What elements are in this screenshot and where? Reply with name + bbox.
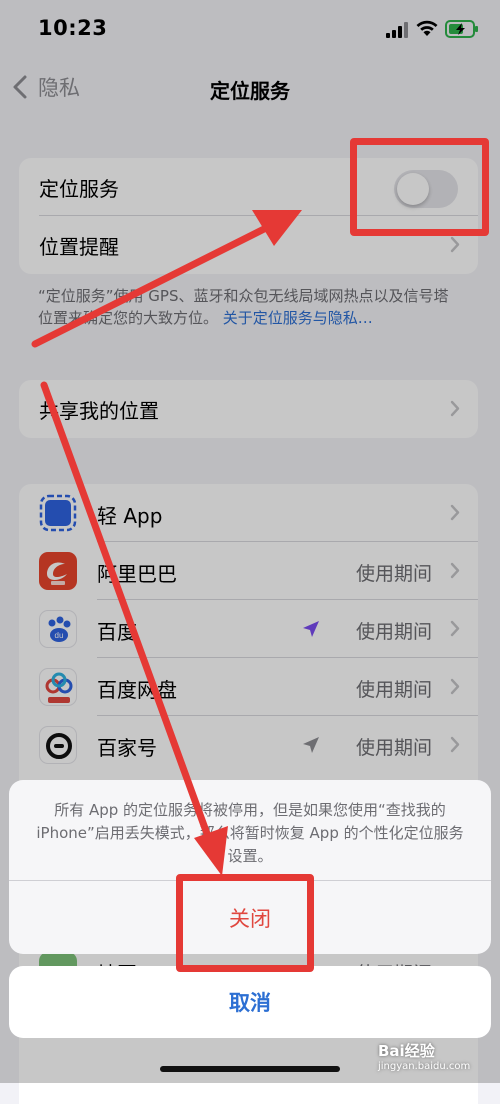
annotation-arrows xyxy=(31,210,302,876)
annotation-arrow-to-close xyxy=(40,381,228,876)
watermark-brand: Bai经验 xyxy=(378,1042,435,1060)
watermark-url: jingyan.baidu.com xyxy=(378,1061,471,1072)
annotation-arrow-to-toggle xyxy=(31,210,302,348)
baidu-jingyan-watermark: Bai经验 jingyan.baidu.com xyxy=(378,1040,470,1072)
